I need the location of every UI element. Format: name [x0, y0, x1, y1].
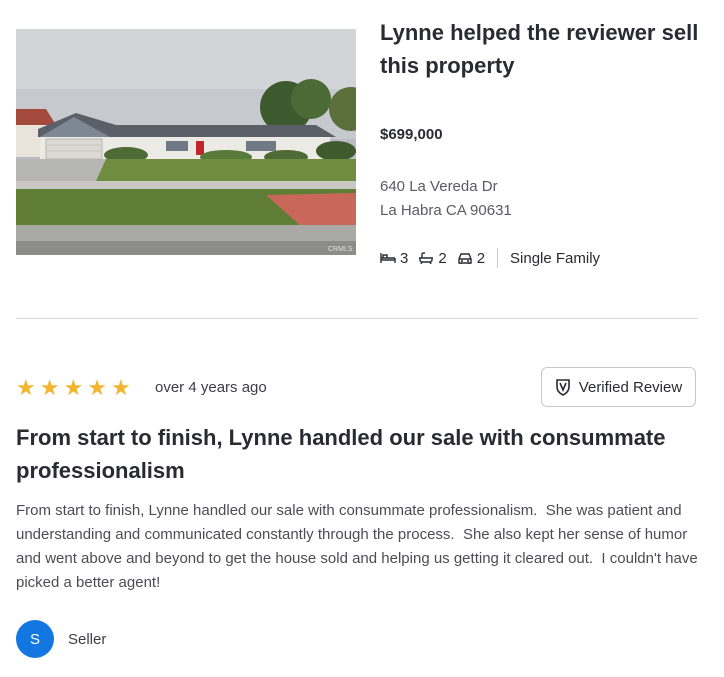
house-photo-image: CRMLS [16, 29, 356, 255]
property-type: Single Family [510, 249, 601, 267]
address-line-1: 640 La Vereda Dr [380, 178, 498, 195]
shield-check-icon [555, 379, 570, 396]
avatar: S [16, 620, 54, 658]
parking-count: 2 [476, 249, 486, 267]
review-title: From start to finish, Lynne handled our … [16, 425, 666, 483]
star-icon: ★ [110, 375, 131, 400]
parking-fact: 2 [457, 250, 485, 267]
review-body: From start to finish, Lynne handled our … [16, 502, 702, 591]
car-icon [457, 253, 472, 264]
star-icon: ★ [63, 375, 84, 400]
star-icon: ★ [39, 375, 60, 400]
address-line-2: La Habra CA 90631 [380, 202, 512, 219]
section-divider [16, 318, 698, 319]
photo-watermark: CRMLS [328, 246, 353, 253]
star-rating: ★ ★ ★ ★ ★ [16, 377, 135, 399]
property-photo[interactable]: CRMLS [16, 29, 356, 255]
property-price: $699,000 [380, 126, 443, 143]
verified-review-label: Verified Review [578, 378, 683, 396]
property-address: 640 La Vereda Dr La Habra CA 90631 [380, 175, 512, 223]
beds-count: 3 [400, 249, 409, 267]
beds-fact: 3 [380, 250, 408, 267]
facts-divider [497, 248, 499, 268]
review-time: over 4 years ago [155, 379, 267, 396]
star-icon: ★ [87, 375, 107, 400]
verified-review-button[interactable]: Verified Review [541, 367, 696, 407]
baths-count: 2 [438, 249, 447, 267]
bed-icon [380, 253, 396, 263]
property-facts: 3 2 2 Single Family [380, 247, 600, 269]
property-heading: Lynne helped the reviewer sell this prop… [380, 20, 699, 78]
bath-icon [419, 252, 434, 264]
reviewer-role: Seller [68, 631, 107, 648]
baths-fact: 2 [418, 249, 447, 267]
star-icon: ★ [16, 375, 36, 400]
